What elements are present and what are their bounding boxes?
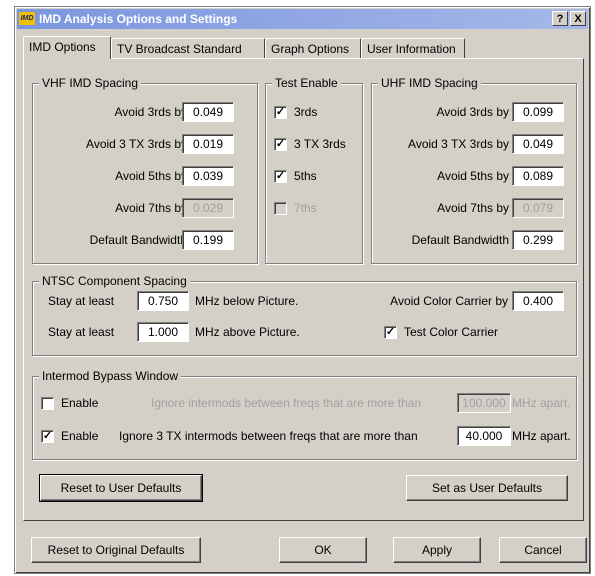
- app-icon: IMD: [19, 12, 35, 25]
- test-color-carrier-label: Test Color Carrier: [404, 325, 499, 339]
- test-3rds-checkbox[interactable]: ✓: [274, 106, 287, 119]
- tab-imd-options[interactable]: IMD Options: [23, 36, 111, 59]
- uhf-avoid-5ths-input[interactable]: 0.089: [512, 166, 564, 186]
- vhf-avoid-7ths-input: 0.029: [182, 198, 234, 218]
- uhf-avoid-3tx-3rds-label: Avoid 3 TX 3rds by: [408, 137, 509, 151]
- uhf-avoid-7ths-label: Avoid 7ths by: [437, 201, 509, 215]
- dialog-window: IMD IMD Analysis Options and Settings ? …: [14, 6, 591, 574]
- uhf-group-title: UHF IMD Spacing: [378, 76, 481, 90]
- bypass-enable-checkbox-2[interactable]: ✓: [41, 430, 54, 443]
- tab-tv-broadcast-standard[interactable]: TV Broadcast Standard: [111, 38, 265, 58]
- bypass-unit-1: MHz apart.: [512, 396, 571, 410]
- test-5ths-label: 5ths: [294, 169, 317, 183]
- vhf-group-title: VHF IMD Spacing: [39, 76, 142, 90]
- ntsc-above-input[interactable]: 1.000: [137, 322, 189, 342]
- test-7ths-checkbox: [274, 202, 287, 215]
- bypass-text-2: Ignore 3 TX intermods between freqs that…: [119, 429, 418, 443]
- bypass-value-input-1: 100.000: [457, 393, 511, 413]
- test-enable-title: Test Enable: [272, 76, 341, 90]
- uhf-default-bandwidth-input[interactable]: 0.299: [512, 230, 564, 250]
- vhf-default-bandwidth-input[interactable]: 0.199: [182, 230, 234, 250]
- ok-button[interactable]: OK: [279, 537, 367, 563]
- ntsc-below-suffix: MHz below Picture.: [195, 294, 299, 308]
- ntsc-above-prefix: Stay at least: [48, 325, 115, 339]
- test-color-carrier-checkbox[interactable]: ✓: [384, 326, 397, 339]
- test-3tx-3rds-label: 3 TX 3rds: [294, 137, 346, 151]
- ntsc-above-suffix: MHz above Picture.: [195, 325, 300, 339]
- ntsc-group-title: NTSC Component Spacing: [39, 274, 190, 288]
- vhf-default-bandwidth-label: Default Bandwidth: [89, 233, 187, 247]
- close-button[interactable]: X: [570, 11, 586, 26]
- bypass-group: Intermod Bypass Window Enable Ignore int…: [32, 369, 577, 460]
- vhf-avoid-3rds-label: Avoid 3rds by: [114, 105, 188, 119]
- vhf-avoid-3tx-3rds-input[interactable]: 0.019: [182, 134, 234, 154]
- test-enable-group: Test Enable ✓ 3rds ✓ 3 TX 3rds ✓ 5ths 7t…: [265, 76, 363, 264]
- apply-button[interactable]: Apply: [393, 537, 481, 563]
- tab-user-information[interactable]: User Information: [361, 38, 465, 58]
- tab-graph-options[interactable]: Graph Options: [265, 38, 361, 58]
- title-bar[interactable]: IMD IMD Analysis Options and Settings ? …: [17, 9, 588, 29]
- vhf-avoid-5ths-label: Avoid 5ths by: [115, 169, 187, 183]
- window-title: IMD Analysis Options and Settings: [39, 12, 238, 26]
- vhf-avoid-3rds-input[interactable]: 0.049: [182, 102, 234, 122]
- uhf-group: UHF IMD Spacing Avoid 3rds by 0.099 Avoi…: [371, 76, 577, 264]
- uhf-avoid-3tx-3rds-input[interactable]: 0.049: [512, 134, 564, 154]
- ntsc-below-input[interactable]: 0.750: [137, 291, 189, 311]
- uhf-avoid-7ths-input: 0.079: [512, 198, 564, 218]
- test-3tx-3rds-checkbox[interactable]: ✓: [274, 138, 287, 151]
- vhf-group: VHF IMD Spacing Avoid 3rds by 0.049 Avoi…: [32, 76, 258, 264]
- reset-user-defaults-button[interactable]: Reset to User Defaults: [39, 474, 203, 502]
- test-7ths-label: 7ths: [294, 201, 317, 215]
- bypass-value-input-2[interactable]: 40.000: [457, 426, 511, 446]
- uhf-default-bandwidth-label: Default Bandwidth: [411, 233, 509, 247]
- set-user-defaults-button[interactable]: Set as User Defaults: [406, 475, 568, 501]
- imd-options-panel: VHF IMD Spacing Avoid 3rds by 0.049 Avoi…: [23, 58, 584, 521]
- uhf-avoid-5ths-label: Avoid 5ths by: [437, 169, 509, 183]
- ntsc-group: NTSC Component Spacing Stay at least 0.7…: [32, 274, 577, 356]
- uhf-avoid-3rds-label: Avoid 3rds by: [436, 105, 510, 119]
- vhf-avoid-3tx-3rds-label: Avoid 3 TX 3rds by: [86, 137, 187, 151]
- bypass-enable-label-1: Enable: [61, 396, 99, 410]
- test-5ths-checkbox[interactable]: ✓: [274, 170, 287, 183]
- bypass-enable-label-2: Enable: [61, 429, 99, 443]
- vhf-avoid-5ths-input[interactable]: 0.039: [182, 166, 234, 186]
- color-carrier-input[interactable]: 0.400: [512, 291, 564, 311]
- bypass-group-title: Intermod Bypass Window: [39, 369, 182, 383]
- ntsc-below-prefix: Stay at least: [48, 294, 115, 308]
- bypass-unit-2: MHz apart.: [512, 429, 571, 443]
- vhf-avoid-7ths-label: Avoid 7ths by: [115, 201, 187, 215]
- uhf-avoid-3rds-input[interactable]: 0.099: [512, 102, 564, 122]
- reset-original-defaults-button[interactable]: Reset to Original Defaults: [31, 537, 201, 563]
- color-carrier-label: Avoid Color Carrier by: [390, 294, 508, 308]
- help-button[interactable]: ?: [552, 11, 568, 26]
- bypass-enable-checkbox-1[interactable]: [41, 397, 54, 410]
- cancel-button[interactable]: Cancel: [499, 537, 587, 563]
- bypass-text-1: Ignore intermods between freqs that are …: [151, 396, 422, 410]
- test-3rds-label: 3rds: [294, 105, 318, 119]
